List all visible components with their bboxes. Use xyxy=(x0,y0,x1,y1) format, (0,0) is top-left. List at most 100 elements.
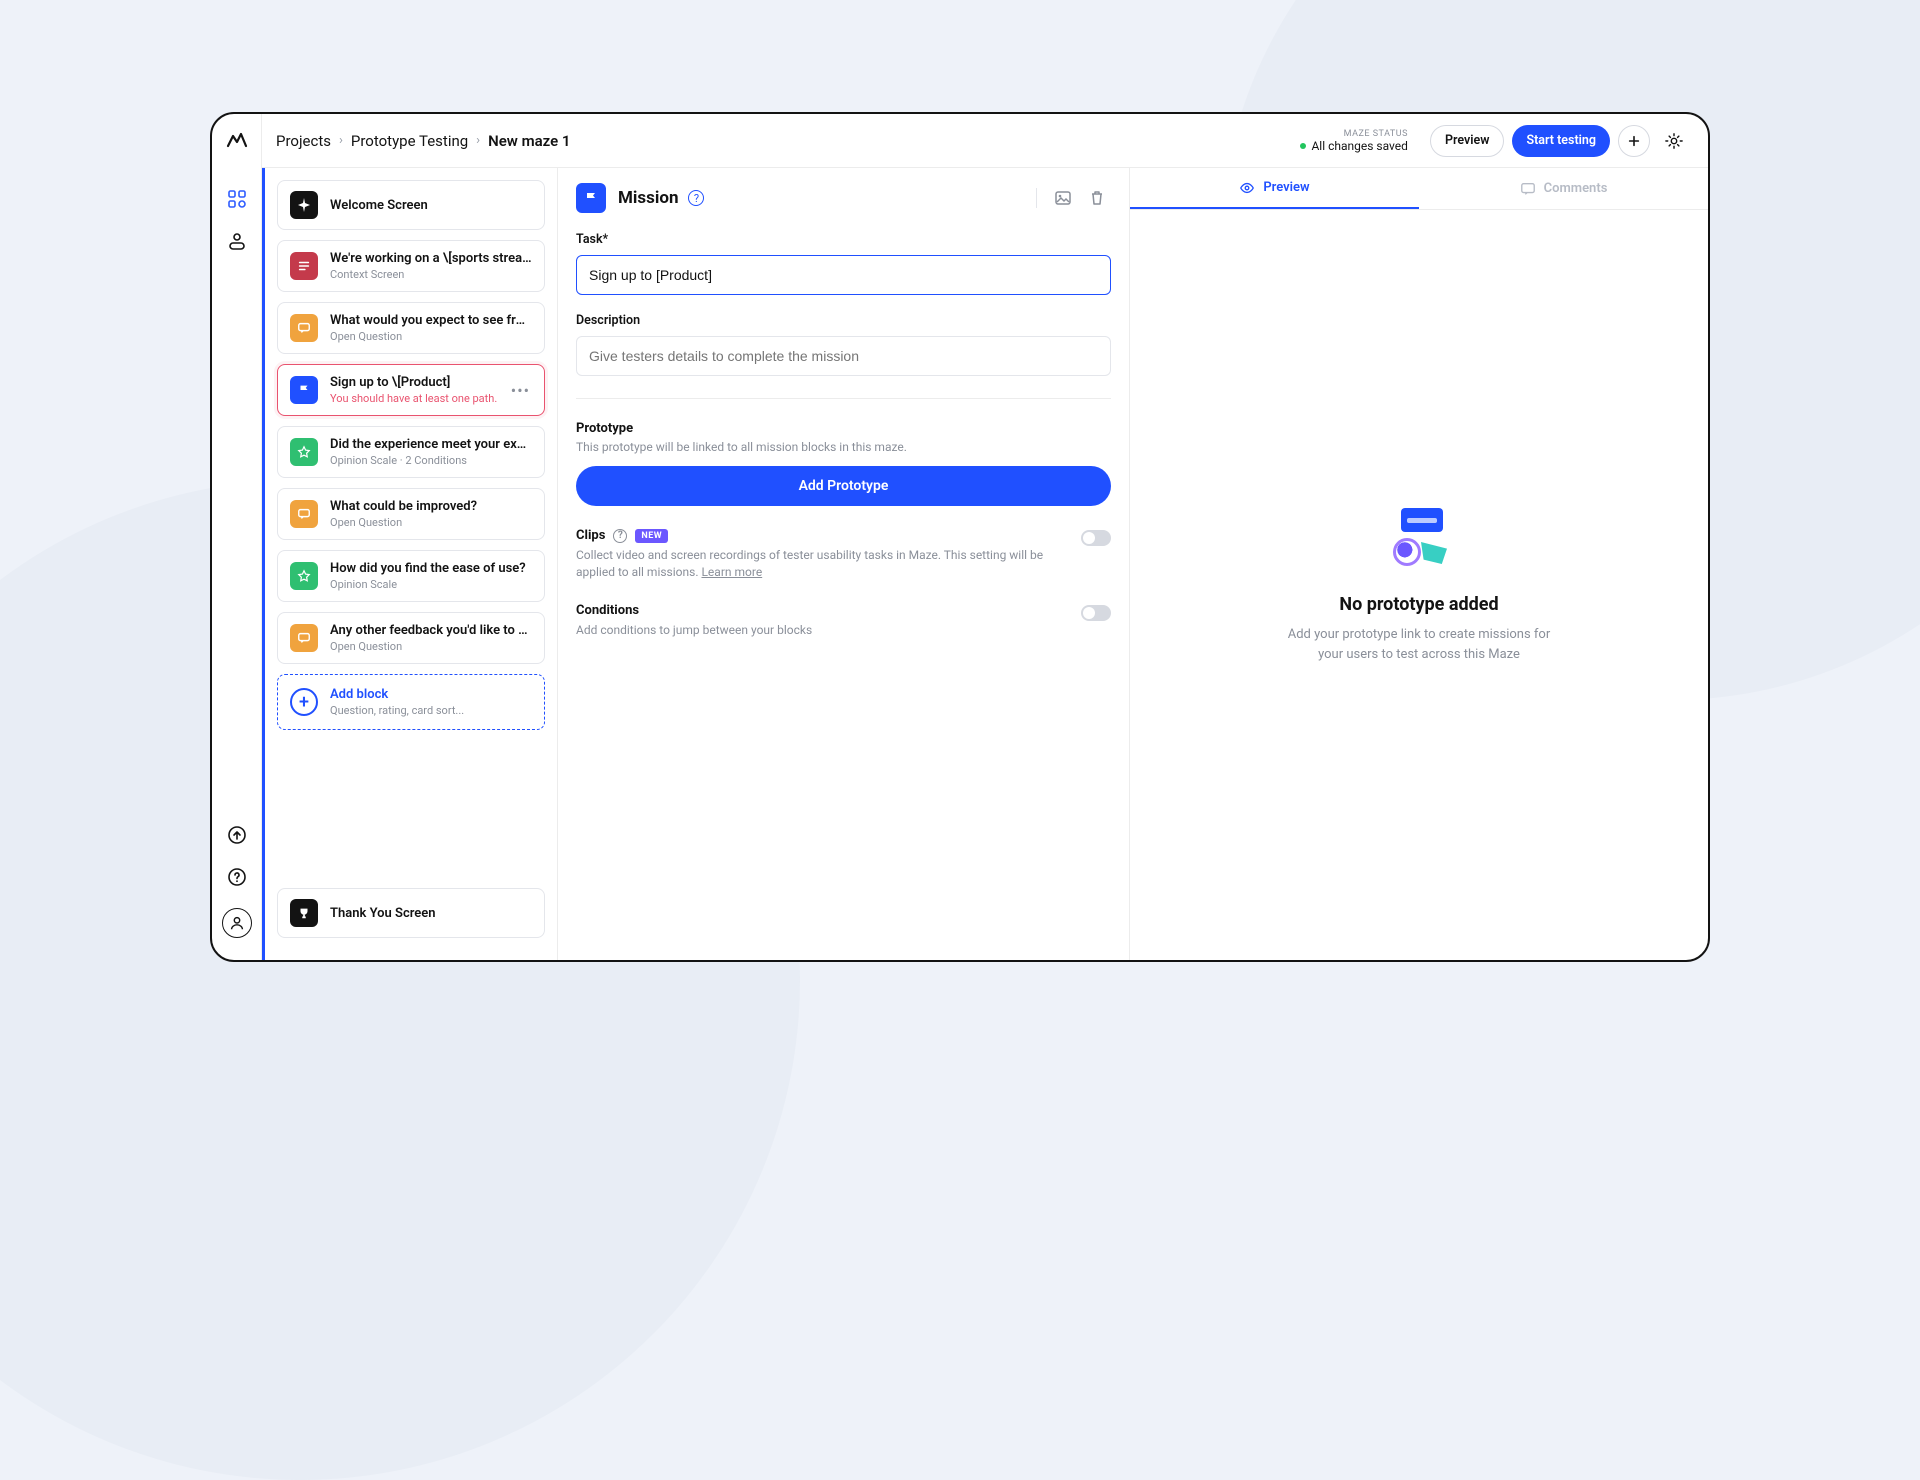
side-nav xyxy=(212,114,262,960)
add-button[interactable] xyxy=(1618,125,1650,157)
block-title: How did you find the ease of use? xyxy=(330,561,532,576)
block-subtitle: Opinion Scale · 2 Conditions xyxy=(330,454,532,467)
block-title: We're working on a \[sports strea... xyxy=(330,251,532,266)
delete-icon[interactable] xyxy=(1083,184,1111,212)
task-label: Task* xyxy=(576,232,1111,247)
description-input[interactable] xyxy=(576,336,1111,376)
block-open-question-1[interactable]: What would you expect to see fro... Open… xyxy=(277,302,545,354)
editor-panel: Mission ? Task* xyxy=(558,168,1130,960)
prototype-label: Prototype xyxy=(576,421,1111,436)
block-subtitle: Open Question xyxy=(330,330,532,343)
block-title: Thank You Screen xyxy=(330,906,532,921)
block-open-question-3[interactable]: Any other feedback you'd like to a... Op… xyxy=(277,612,545,664)
breadcrumb-prototype-testing[interactable]: Prototype Testing xyxy=(351,132,468,150)
tab-comments[interactable]: Comments xyxy=(1419,168,1708,209)
blocks-panel: Welcome Screen We're working on a \[spor… xyxy=(262,168,558,960)
nav-build-icon[interactable] xyxy=(220,182,254,216)
help-icon[interactable]: ? xyxy=(613,529,627,543)
block-title: Sign up to \[Product] xyxy=(330,375,509,390)
comment-icon xyxy=(1520,181,1536,197)
top-bar: Projects › Prototype Testing › New maze … xyxy=(262,114,1708,168)
divider xyxy=(576,398,1111,399)
block-open-question-2[interactable]: What could be improved? Open Question xyxy=(277,488,545,540)
empty-state-title: No prototype added xyxy=(1339,594,1498,615)
block-title: Welcome Screen xyxy=(330,198,532,213)
add-block-button[interactable]: + Add block Question, rating, card sort.… xyxy=(277,674,545,730)
clips-label: Clips xyxy=(576,528,605,543)
clips-toggle[interactable] xyxy=(1081,530,1111,546)
prototype-illustration-icon xyxy=(1387,506,1451,570)
divider xyxy=(1036,188,1037,208)
block-welcome-screen[interactable]: Welcome Screen xyxy=(277,180,545,230)
block-mission[interactable]: Sign up to \[Product] You should have at… xyxy=(277,364,545,416)
add-prototype-button[interactable]: Add Prototype xyxy=(576,466,1111,506)
task-input[interactable] xyxy=(576,255,1111,295)
image-settings-icon[interactable] xyxy=(1049,184,1077,212)
nav-account-icon[interactable] xyxy=(222,908,252,938)
flag-icon xyxy=(290,376,318,404)
block-opinion-scale-1[interactable]: Did the experience meet your exp... Opin… xyxy=(277,426,545,478)
add-block-subtitle: Question, rating, card sort... xyxy=(330,704,464,717)
breadcrumb-projects[interactable]: Projects xyxy=(276,132,331,150)
preview-tabs: Preview Comments xyxy=(1130,168,1708,210)
new-badge: NEW xyxy=(635,529,668,543)
block-title: Any other feedback you'd like to a... xyxy=(330,623,532,638)
preview-panel: Preview Comments No prototype added Add … xyxy=(1130,168,1708,960)
settings-button[interactable] xyxy=(1658,125,1690,157)
chevron-right-icon: › xyxy=(476,133,480,148)
editor-title: Mission xyxy=(618,188,678,208)
topbar-actions: MAZE STATUS All changes saved Preview St… xyxy=(1300,125,1690,157)
clips-description: Collect video and screen recordings of t… xyxy=(576,547,1081,581)
empty-state-description: Add your prototype link to create missio… xyxy=(1279,625,1559,664)
prototype-description: This prototype will be linked to all mis… xyxy=(576,440,1111,454)
maze-status-text: All changes saved xyxy=(1311,139,1407,153)
learn-more-link[interactable]: Learn more xyxy=(701,565,762,579)
chat-icon xyxy=(290,314,318,342)
chevron-right-icon: › xyxy=(339,133,343,148)
block-more-icon[interactable]: ••• xyxy=(509,381,532,400)
tab-comments-label: Comments xyxy=(1544,181,1608,196)
tab-preview-label: Preview xyxy=(1263,180,1309,195)
logo-icon xyxy=(225,128,249,152)
block-subtitle: Context Screen xyxy=(330,268,532,281)
block-opinion-scale-2[interactable]: How did you find the ease of use? Opinio… xyxy=(277,550,545,602)
add-block-title: Add block xyxy=(330,687,464,702)
sparkle-icon xyxy=(290,191,318,219)
nav-upload-icon[interactable] xyxy=(220,818,254,852)
plus-circle-icon: + xyxy=(290,688,318,716)
maze-status-label: MAZE STATUS xyxy=(1300,129,1407,139)
help-icon[interactable]: ? xyxy=(688,190,704,206)
nav-panel-icon[interactable] xyxy=(220,224,254,258)
body-row: Welcome Screen We're working on a \[spor… xyxy=(262,168,1708,960)
conditions-description: Add conditions to jump between your bloc… xyxy=(576,622,1081,639)
editor-body: Task* Description Prototype This prototy… xyxy=(558,228,1129,656)
chat-icon xyxy=(290,500,318,528)
start-testing-button[interactable]: Start testing xyxy=(1512,125,1610,157)
tab-preview[interactable]: Preview xyxy=(1130,168,1419,209)
star-icon xyxy=(290,562,318,590)
maze-status-line: All changes saved xyxy=(1300,139,1407,153)
block-title: What would you expect to see fro... xyxy=(330,313,532,328)
breadcrumb-current: New maze 1 xyxy=(488,132,570,150)
block-subtitle: Open Question xyxy=(330,640,532,653)
maze-status: MAZE STATUS All changes saved xyxy=(1300,129,1407,153)
trophy-icon xyxy=(290,899,318,927)
main-column: Projects › Prototype Testing › New maze … xyxy=(262,114,1708,960)
nav-help-icon[interactable] xyxy=(220,860,254,894)
flag-icon xyxy=(576,183,606,213)
status-dot-icon xyxy=(1300,143,1306,149)
block-subtitle-warning: You should have at least one path. xyxy=(330,392,509,405)
block-context-screen[interactable]: We're working on a \[sports strea... Con… xyxy=(277,240,545,292)
conditions-label: Conditions xyxy=(576,603,639,618)
block-title: What could be improved? xyxy=(330,499,532,514)
preview-button[interactable]: Preview xyxy=(1430,125,1505,157)
breadcrumb: Projects › Prototype Testing › New maze … xyxy=(276,132,571,150)
chat-icon xyxy=(290,624,318,652)
editor-header: Mission ? xyxy=(558,168,1129,228)
conditions-toggle[interactable] xyxy=(1081,605,1111,621)
preview-empty-state: No prototype added Add your prototype li… xyxy=(1130,210,1708,960)
description-label: Description xyxy=(576,313,1111,328)
block-thank-you-screen[interactable]: Thank You Screen xyxy=(277,888,545,938)
star-icon xyxy=(290,438,318,466)
app-window: Projects › Prototype Testing › New maze … xyxy=(210,112,1710,962)
